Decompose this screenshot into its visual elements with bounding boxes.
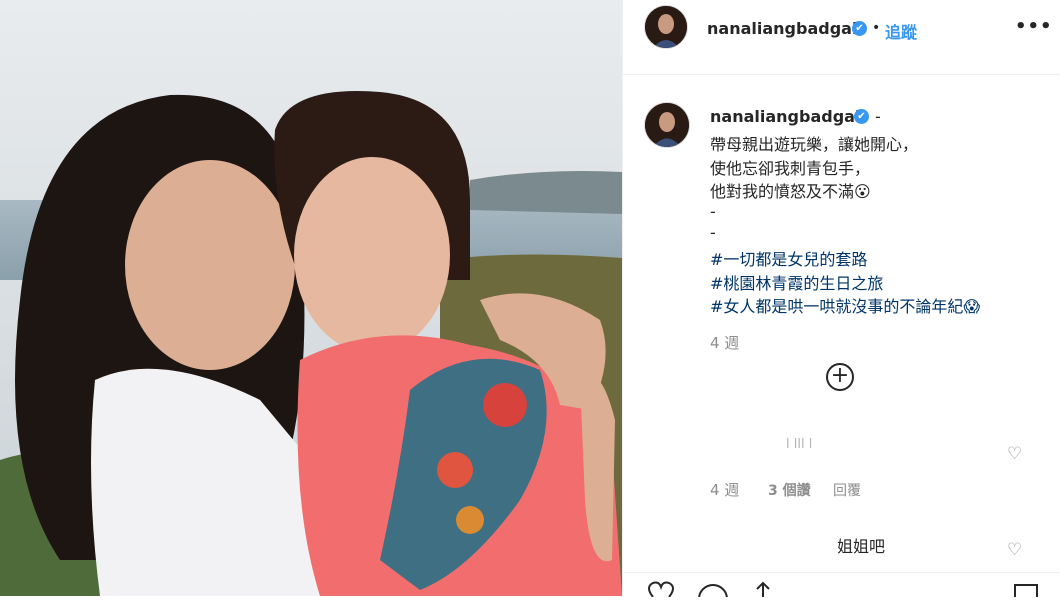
hashtag-link[interactable]: #一切都是女兒的套路 — [710, 246, 867, 270]
post-photo[interactable] — [0, 0, 622, 596]
post-detail-panel: nanaliangbadgal ✔ • 追蹤 ••• nanaliangbadg… — [622, 0, 1060, 601]
heart-icon — [648, 581, 674, 598]
separator-dot: • — [872, 20, 881, 36]
hashtag-link[interactable]: #桃園林青霞的生日之旅 — [710, 270, 883, 294]
caption-username[interactable]: nanaliangbadgal — [710, 107, 860, 126]
comment-like-heart-icon[interactable]: ♡ — [1007, 444, 1022, 464]
post-username[interactable]: nanaliangbadgal — [707, 19, 857, 38]
comment-likes-count[interactable]: 3 個讚 — [768, 480, 811, 500]
comment-icon — [698, 584, 728, 601]
caption-line: 使他忘卻我刺青包手， — [710, 159, 871, 178]
post-header: nanaliangbadgal ✔ • 追蹤 ••• — [623, 0, 1060, 75]
action-icons[interactable] — [623, 573, 1060, 601]
caption-avatar[interactable] — [644, 102, 690, 148]
comment-like-heart-icon[interactable]: ♡ — [1007, 540, 1022, 560]
comment-text: l lll l — [786, 437, 813, 452]
follow-button[interactable]: 追蹤 — [885, 19, 917, 43]
caption-line: - — [875, 107, 881, 126]
caption-line: - — [710, 202, 716, 221]
share-icon — [756, 581, 770, 597]
avatar[interactable] — [644, 5, 688, 49]
action-bar — [623, 572, 1060, 601]
caption-line: 帶母親出遊玩樂，讓她開心， — [710, 135, 919, 154]
caption-timestamp[interactable]: 4 週 — [710, 332, 739, 353]
bookmark-icon — [1014, 584, 1038, 600]
more-options-icon[interactable]: ••• — [1015, 16, 1053, 37]
plus-circle-icon[interactable]: + — [826, 363, 854, 391]
caption-verified-icon: ✔ — [854, 109, 869, 124]
hashtag-link[interactable]: #女人都是哄一哄就沒事的不論年紀😱 — [710, 293, 980, 317]
caption-line: - — [710, 223, 716, 242]
comment-timestamp[interactable]: 4 週 — [710, 479, 739, 500]
verified-icon: ✔ — [852, 21, 867, 36]
comment-reply-button[interactable]: 回覆 — [833, 480, 861, 500]
caption-line: 他對我的憤怒及不滿😮 — [710, 182, 871, 201]
comment-text: 姐姐吧 — [837, 537, 886, 556]
